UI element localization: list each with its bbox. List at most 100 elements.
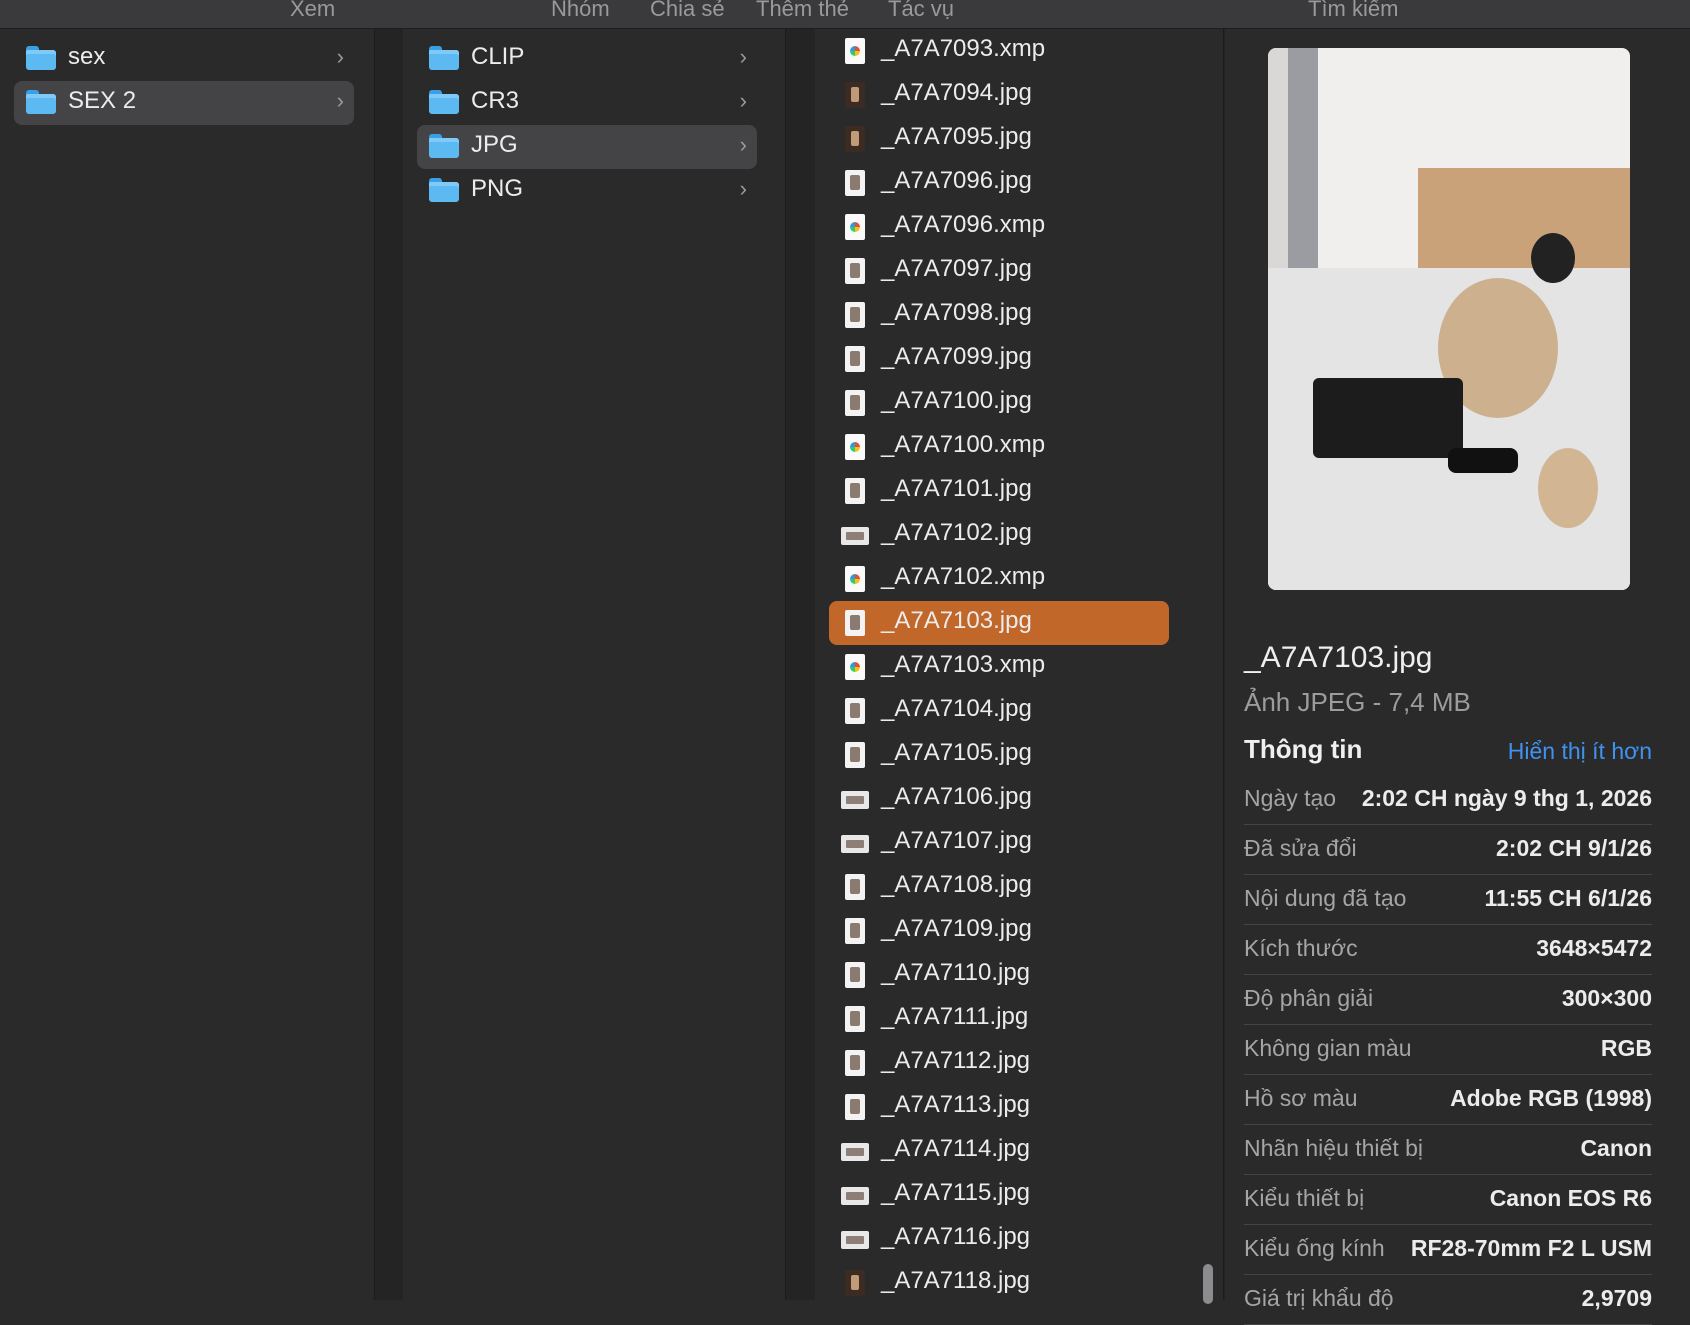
file-row[interactable]: _A7A7096.xmp [829, 205, 1169, 249]
info-key: Nhãn hiệu thiết bị [1244, 1135, 1424, 1161]
image-thumbnail-icon [841, 1231, 869, 1249]
column-3-file-list: _A7A7093.xmp _A7A7094.jpg _A7A7095.jpg _… [815, 29, 1223, 1300]
file-name: _A7A7106.jpg [881, 783, 1032, 810]
preview-image [1268, 48, 1630, 590]
info-value: Canon [1580, 1135, 1652, 1161]
column-divider[interactable] [785, 29, 786, 1300]
file-name: _A7A7115.jpg [881, 1179, 1031, 1206]
file-row[interactable]: _A7A7099.jpg [829, 337, 1169, 381]
file-row[interactable]: _A7A7107.jpg [829, 821, 1169, 865]
info-value: Adobe RGB (1998) [1450, 1085, 1652, 1111]
image-thumbnail-icon [845, 1006, 865, 1032]
file-row[interactable]: _A7A7111.jpg [829, 997, 1169, 1041]
image-thumbnail-icon [845, 302, 865, 328]
file-row[interactable]: _A7A7102.xmp [829, 557, 1169, 601]
file-row[interactable]: _A7A7112.jpg [829, 1041, 1169, 1085]
image-preview [1268, 48, 1630, 590]
finder-toolbar: Xem Nhóm Chia sẻ Thêm thẻ Tác vụ Tìm kiế… [0, 0, 1690, 29]
file-row[interactable]: _A7A7116.jpg [829, 1217, 1169, 1261]
file-row[interactable]: _A7A7102.jpg [829, 513, 1169, 557]
show-less-link[interactable]: Hiển thị ít hơn [1508, 738, 1652, 765]
info-value: 11:55 CH 6/1/26 [1484, 885, 1652, 911]
image-thumbnail-icon [845, 82, 865, 108]
image-thumbnail-icon [841, 1143, 869, 1161]
file-row[interactable]: _A7A7100.xmp [829, 425, 1169, 469]
view-button[interactable]: Xem [290, 0, 335, 22]
xmp-file-icon [845, 654, 865, 680]
file-row[interactable]: _A7A7115.jpg [829, 1173, 1169, 1217]
image-thumbnail-icon [845, 170, 865, 196]
column-divider[interactable] [1223, 29, 1224, 1300]
file-row-selected[interactable]: _A7A7103.jpg [829, 601, 1169, 645]
file-name: _A7A7095.jpg [881, 123, 1032, 150]
file-row[interactable]: _A7A7110.jpg [829, 953, 1169, 997]
info-key: Ngày tạo [1244, 785, 1337, 811]
file-row[interactable]: _A7A7113.jpg [829, 1085, 1169, 1129]
info-key: Giá trị khẩu độ [1244, 1285, 1394, 1311]
info-value: 300×300 [1561, 985, 1652, 1011]
folder-icon [429, 90, 459, 114]
info-key: Kiểu thiết bị [1244, 1185, 1365, 1211]
folder-row-sex-2[interactable]: SEX 2 › [14, 81, 354, 125]
file-name: _A7A7100.jpg [881, 387, 1032, 414]
file-row[interactable]: _A7A7103.xmp [829, 645, 1169, 689]
file-row[interactable]: _A7A7096.jpg [829, 161, 1169, 205]
file-row[interactable]: _A7A7106.jpg [829, 777, 1169, 821]
info-value: Canon EOS R6 [1489, 1185, 1652, 1211]
image-thumbnail-icon [845, 918, 865, 944]
info-row: Không gian màu RGB [1244, 1024, 1652, 1075]
image-thumbnail-icon [841, 791, 869, 809]
file-row[interactable]: _A7A7100.jpg [829, 381, 1169, 425]
file-row[interactable]: _A7A7097.jpg [829, 249, 1169, 293]
folder-row-cr3[interactable]: CR3 › [417, 81, 757, 125]
file-name: _A7A7094.jpg [881, 79, 1032, 106]
file-name: _A7A7098.jpg [881, 299, 1032, 326]
preview-kind: Ảnh JPEG - 7,4 MB [1244, 687, 1471, 717]
folder-row-clip[interactable]: CLIP › [417, 37, 757, 81]
file-row[interactable]: _A7A7095.jpg [829, 117, 1169, 161]
file-row[interactable]: _A7A7104.jpg [829, 689, 1169, 733]
file-row[interactable]: _A7A7114.jpg [829, 1129, 1169, 1173]
folder-icon [429, 178, 459, 202]
image-thumbnail-icon [845, 258, 865, 284]
chevron-right-icon: › [739, 132, 747, 157]
file-name: _A7A7105.jpg [881, 739, 1032, 766]
file-name: _A7A7113.jpg [881, 1091, 1031, 1118]
file-name: _A7A7114.jpg [881, 1135, 1031, 1162]
image-thumbnail-icon [845, 390, 865, 416]
folder-icon [26, 46, 56, 70]
image-thumbnail-icon [845, 610, 865, 636]
search-button[interactable]: Tìm kiếm [1308, 0, 1398, 22]
info-row: Nhãn hiệu thiết bị Canon [1244, 1124, 1652, 1175]
share-button[interactable]: Chia sẻ [650, 0, 725, 22]
column-gutter [785, 29, 815, 1300]
file-row[interactable]: _A7A7098.jpg [829, 293, 1169, 337]
image-thumbnail-icon [845, 1050, 865, 1076]
folder-row-jpg[interactable]: JPG › [417, 125, 757, 169]
info-key: Đã sửa đổi [1244, 835, 1357, 861]
info-value: 2:02 CH 9/1/26 [1496, 835, 1652, 861]
file-row[interactable]: _A7A7105.jpg [829, 733, 1169, 777]
info-row: Độ phân giải 300×300 [1244, 974, 1652, 1025]
group-button[interactable]: Nhóm [551, 0, 610, 22]
actions-button[interactable]: Tác vụ [888, 0, 954, 22]
file-row[interactable]: _A7A7118.jpg [829, 1261, 1169, 1305]
info-key: Kích thước [1244, 935, 1358, 961]
image-thumbnail-icon [845, 1094, 865, 1120]
file-name: _A7A7102.jpg [881, 519, 1032, 546]
folder-row-png[interactable]: PNG › [417, 169, 757, 213]
file-row[interactable]: _A7A7094.jpg [829, 73, 1169, 117]
folder-row-sex[interactable]: sex › [14, 37, 354, 81]
info-key: Không gian màu [1244, 1035, 1412, 1061]
file-list-scrollbar[interactable] [1203, 1264, 1213, 1304]
file-name: _A7A7096.xmp [881, 211, 1046, 238]
column-divider[interactable] [374, 29, 375, 1300]
file-name: _A7A7111.jpg [881, 1003, 1029, 1030]
file-row[interactable]: _A7A7108.jpg [829, 865, 1169, 909]
file-row[interactable]: _A7A7101.jpg [829, 469, 1169, 513]
image-thumbnail-icon [841, 527, 869, 545]
file-row[interactable]: _A7A7093.xmp [829, 29, 1169, 73]
add-tags-button[interactable]: Thêm thẻ [756, 0, 849, 22]
chevron-right-icon: › [336, 88, 344, 113]
file-row[interactable]: _A7A7109.jpg [829, 909, 1169, 953]
